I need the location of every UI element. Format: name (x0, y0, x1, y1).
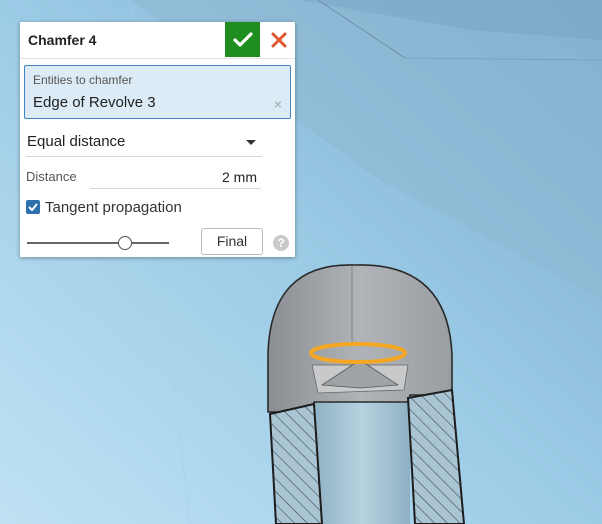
entities-to-chamfer-field[interactable]: Entities to chamfer Edge of Revolve 3 × (24, 65, 291, 119)
chamfer-dialog: Chamfer 4 Entities to chamfer Edge of Re… (20, 22, 295, 257)
help-icon[interactable]: ? (273, 235, 289, 251)
close-icon (271, 32, 287, 48)
thread-section-left (268, 402, 324, 524)
rollback-slider[interactable] (27, 234, 169, 252)
slider-track (27, 242, 169, 244)
clear-entity-icon[interactable]: × (274, 96, 282, 112)
entities-label: Entities to chamfer (33, 73, 133, 87)
distance-input[interactable]: 2 mm (90, 162, 261, 189)
tangent-propagation-label: Tangent propagation (45, 199, 182, 216)
dialog-header: Chamfer 4 (20, 22, 295, 59)
caret-down-icon (246, 140, 256, 145)
entities-value: Edge of Revolve 3 (33, 94, 156, 111)
chamfer-type-dropdown[interactable]: Equal distance (26, 126, 262, 157)
tangent-propagation-toggle[interactable]: Tangent propagation (26, 198, 256, 220)
distance-value: 2 mm (222, 169, 257, 185)
cancel-button[interactable] (264, 24, 294, 56)
part-shaft (314, 390, 410, 524)
checkmark-icon (232, 31, 253, 47)
final-button[interactable]: Final (201, 228, 263, 255)
tangent-propagation-checkbox[interactable] (26, 200, 40, 214)
dialog-title: Chamfer 4 (28, 32, 97, 48)
part-model[interactable] (267, 264, 466, 524)
slider-thumb[interactable] (117, 236, 132, 250)
accept-button[interactable] (225, 22, 260, 57)
checkbox-check-icon (28, 203, 38, 211)
chamfer-type-value: Equal distance (27, 133, 126, 150)
distance-label: Distance (26, 169, 77, 184)
